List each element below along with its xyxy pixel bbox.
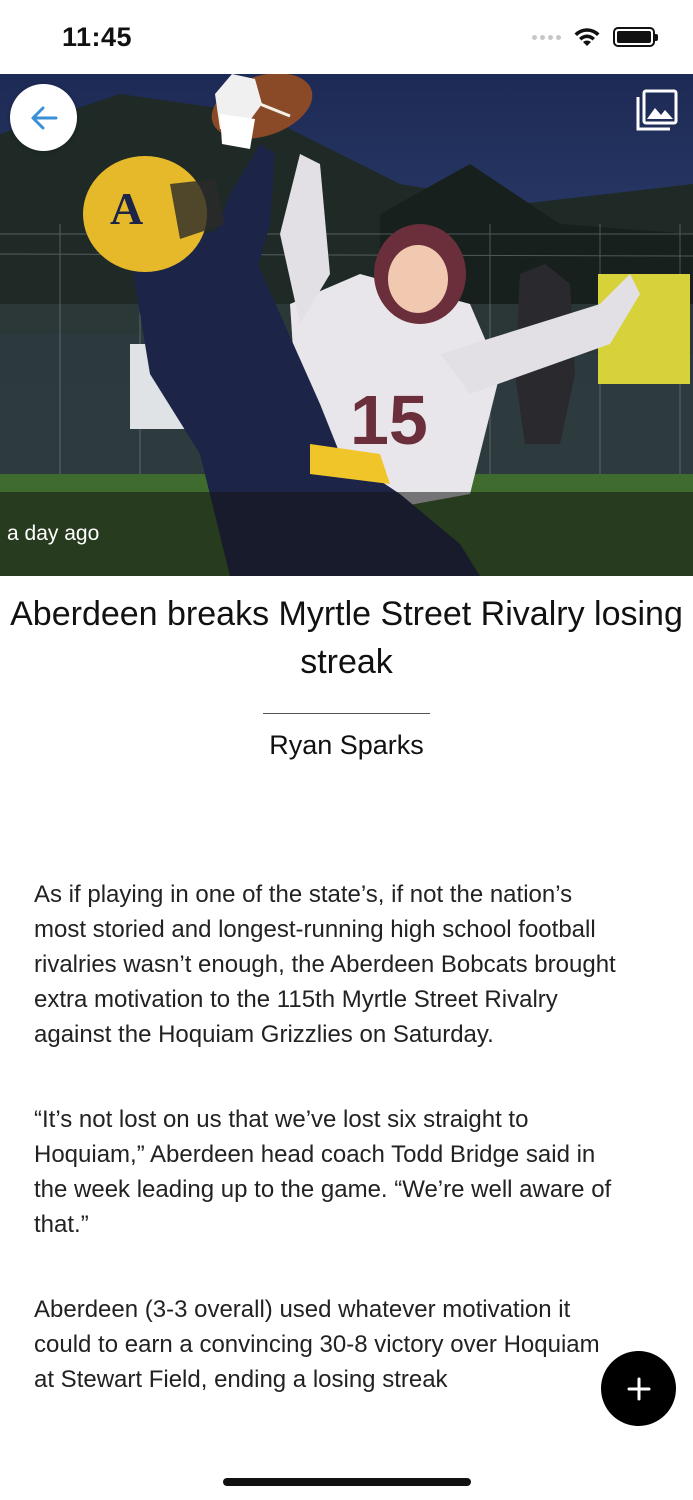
article-paragraph: “It’s not lost on us that we’ve lost six…: [34, 1106, 612, 1238]
publish-time: a day ago: [7, 522, 100, 545]
timestamp-overlay: a day ago: [0, 492, 693, 576]
svg-text:15: 15: [350, 381, 428, 459]
article-headline: Aberdeen breaks Myrtle Street Rivalry lo…: [10, 595, 683, 681]
battery-icon: [613, 27, 658, 47]
divider: [263, 713, 430, 714]
arrow-left-icon: [31, 106, 57, 129]
image-gallery-icon: [636, 89, 678, 131]
status-icons: [532, 26, 658, 48]
status-bar: 11:45: [0, 0, 693, 74]
svg-text:A: A: [110, 183, 143, 234]
cellular-signal-icon: [532, 34, 561, 40]
back-button[interactable]: [10, 84, 77, 151]
add-button[interactable]: [601, 1351, 676, 1426]
wifi-icon: [574, 28, 600, 46]
hero-image: 15 A a day ago: [0, 74, 693, 576]
plus-icon: [627, 1377, 650, 1400]
gallery-button[interactable]: [635, 88, 679, 132]
article-body: As if playing in one of the state’s, if …: [34, 877, 624, 1447]
status-time: 11:45: [62, 22, 133, 52]
article-paragraph: Aberdeen (3-3 overall) used whatever mot…: [34, 1296, 600, 1393]
author-byline[interactable]: Ryan Sparks: [0, 730, 693, 761]
home-indicator[interactable]: [223, 1478, 471, 1486]
article-paragraph: As if playing in one of the state’s, if …: [34, 881, 616, 1048]
